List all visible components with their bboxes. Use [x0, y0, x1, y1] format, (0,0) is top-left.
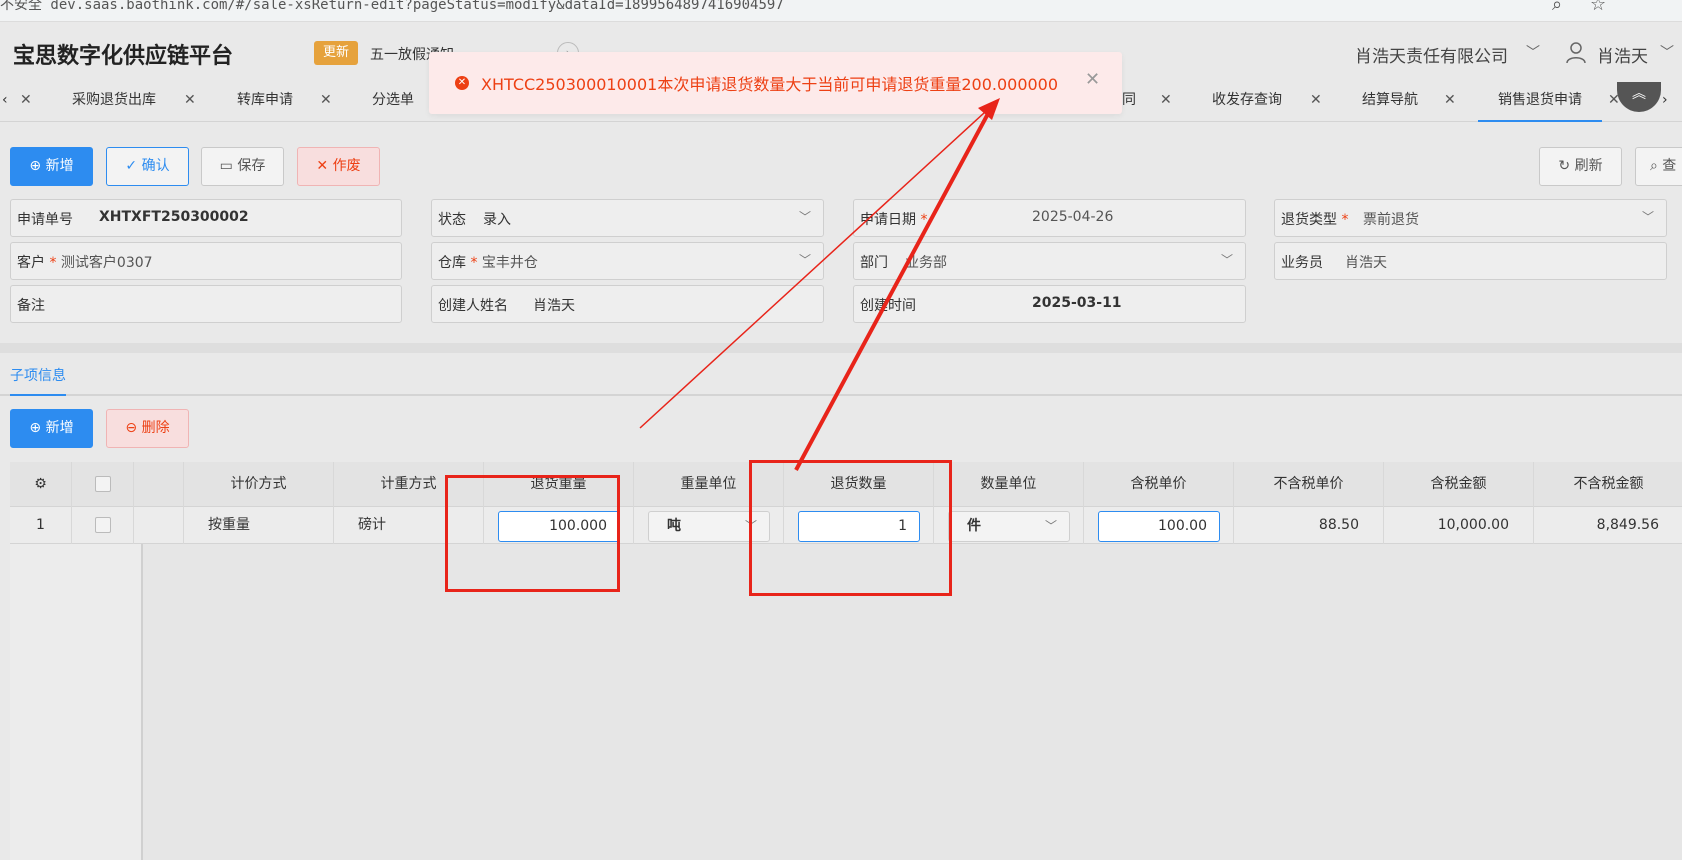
annotation-arrow-icon [639, 98, 1000, 471]
